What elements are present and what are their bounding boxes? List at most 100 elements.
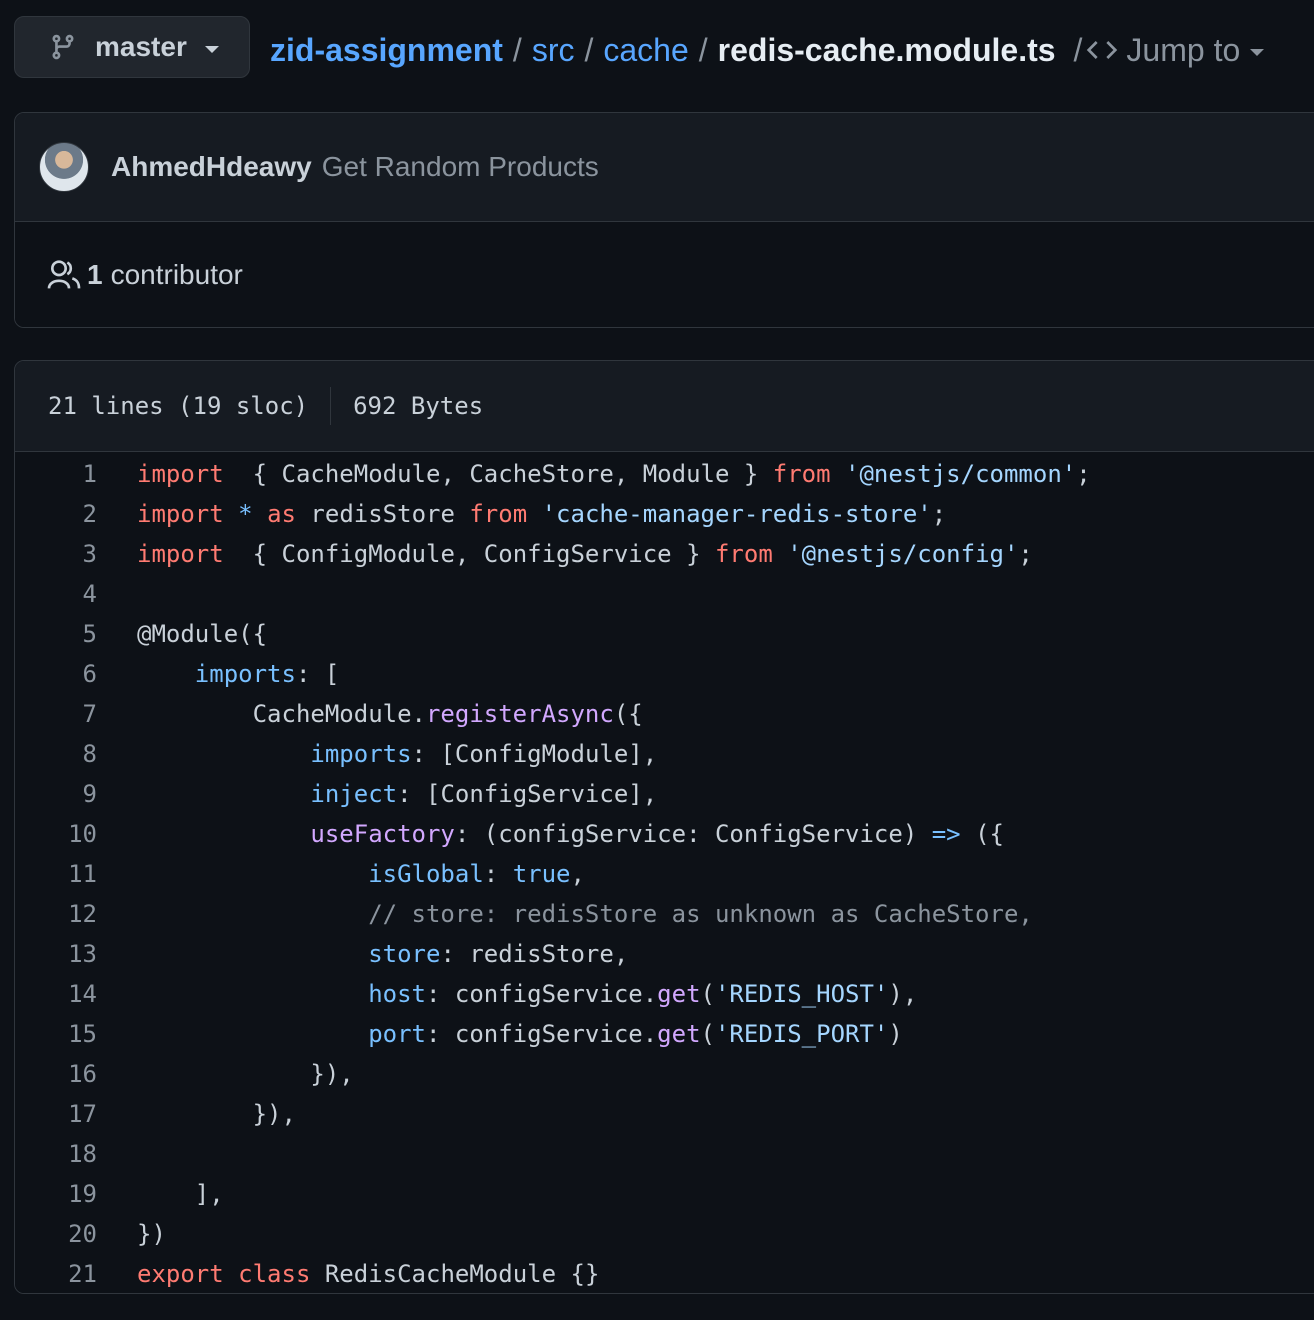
code-token: export [137, 1260, 224, 1288]
divider [330, 387, 332, 425]
contributors-row[interactable]: 1 contributor [15, 222, 1314, 327]
code-token: registerAsync [425, 700, 614, 728]
code-line: 20}) [15, 1214, 1314, 1254]
chevron-down-icon [1250, 48, 1265, 56]
line-number[interactable]: 8 [15, 740, 97, 768]
chevron-down-icon [204, 45, 219, 53]
code-line: 12 // store: redisStore as unknown as Ca… [15, 894, 1314, 934]
line-number[interactable]: 12 [15, 900, 97, 928]
commit-message-link[interactable]: Get Random Products [322, 151, 599, 183]
code-token: , [570, 860, 585, 888]
code-token: ({ [613, 700, 643, 728]
people-icon [47, 260, 81, 289]
code-view: 1 import { CacheModule, CacheStore, Modul… [15, 452, 1314, 1293]
code-token: : [ConfigModule], [411, 740, 658, 768]
code-token: host [368, 980, 426, 1008]
code-line: 8 imports: [ConfigModule], [15, 734, 1314, 774]
file-viewer: 21 lines (19 sloc) 692 Bytes 1 import { C… [14, 360, 1314, 1294]
commit-author-link[interactable]: AhmedHdeawy [111, 151, 312, 183]
code-token: : [ConfigService], [397, 780, 658, 808]
git-branch-icon [52, 34, 74, 60]
code-line: 10 useFactory: (configService: ConfigSer… [15, 814, 1314, 854]
line-content: host: configService.get('REDIS_HOST'), [97, 980, 917, 1008]
code-token: '@nestjs/config' [787, 540, 1019, 568]
jump-to-label: Jump to [1126, 31, 1241, 68]
code-token: : redisStore, [440, 940, 629, 968]
line-number[interactable]: 17 [15, 1100, 97, 1128]
line-number[interactable]: 18 [15, 1140, 97, 1168]
line-number[interactable]: 6 [15, 660, 97, 688]
code-token: import [137, 460, 224, 488]
line-number[interactable]: 13 [15, 940, 97, 968]
code-token: get [657, 1020, 701, 1048]
latest-commit-header: AhmedHdeawy Get Random Products [15, 113, 1314, 222]
code-line: 11 isGlobal: true, [15, 854, 1314, 894]
jump-to-button[interactable]: Jump to [1086, 31, 1265, 69]
line-content: imports: [ [97, 660, 340, 688]
code-token: from [469, 500, 528, 528]
code-line: 13 store: redisStore, [15, 934, 1314, 974]
line-content: imports: [ConfigModule], [97, 740, 657, 768]
code-token: imports [310, 740, 412, 768]
code-token: ], [137, 1180, 224, 1208]
branch-select-button[interactable]: master [14, 16, 250, 78]
code-line: 17 }), [15, 1094, 1314, 1134]
line-number[interactable]: 11 [15, 860, 97, 888]
code-token: 'cache-manager-redis-store' [541, 500, 932, 528]
code-token: ; [1018, 540, 1033, 568]
code-token: : configService. [425, 980, 658, 1008]
code-line: 2 import * as redisStore from 'cache-mana… [15, 494, 1314, 534]
breadcrumb-repo-link[interactable]: zid-assignment [270, 32, 503, 69]
code-icon [1087, 41, 1118, 59]
line-number[interactable]: 2 [15, 500, 97, 528]
breadcrumb-separator: / [698, 31, 708, 68]
line-number[interactable]: 16 [15, 1060, 97, 1088]
code-token: ({ [960, 820, 1004, 848]
code-token: => [931, 820, 961, 848]
breadcrumb-dir-cache-link[interactable]: cache [603, 32, 688, 69]
line-number[interactable]: 9 [15, 780, 97, 808]
line-number[interactable]: 14 [15, 980, 97, 1008]
code-token: port [368, 1020, 426, 1048]
line-number[interactable]: 7 [15, 700, 97, 728]
code-token: ( [700, 1020, 715, 1048]
line-number[interactable]: 4 [15, 580, 97, 608]
code-line: 9 inject: [ConfigService], [15, 774, 1314, 814]
line-number[interactable]: 20 [15, 1220, 97, 1248]
line-number[interactable]: 3 [15, 540, 97, 568]
code-token: from [772, 460, 831, 488]
code-token: }), [137, 1100, 296, 1128]
line-content: export class RedisCacheModule {} [97, 1260, 599, 1288]
line-number[interactable]: 19 [15, 1180, 97, 1208]
code-line: 6 imports: [ [15, 654, 1314, 694]
branch-name: master [95, 31, 187, 62]
avatar[interactable] [39, 142, 89, 192]
line-content: isGlobal: true, [97, 860, 585, 888]
line-number[interactable]: 10 [15, 820, 97, 848]
code-token: : [ [295, 660, 340, 688]
code-token: get [657, 980, 701, 1008]
code-line: 15 port: configService.get('REDIS_PORT') [15, 1014, 1314, 1054]
file-line-count: 21 lines (19 sloc) [48, 392, 309, 420]
line-number[interactable]: 15 [15, 1020, 97, 1048]
code-token: @Module({ [137, 620, 268, 648]
line-number[interactable]: 1 [15, 460, 97, 488]
code-token: { CacheModule, CacheStore, Module } [223, 460, 773, 488]
line-content: ], [97, 1180, 224, 1208]
breadcrumb: zid-assignment / src / cache / redis-cac… [270, 28, 1265, 72]
code-token: }) [137, 1220, 166, 1248]
line-content: CacheModule.registerAsync({ [97, 700, 643, 728]
breadcrumb-dir-src-link[interactable]: src [532, 32, 575, 69]
line-number[interactable]: 21 [15, 1260, 97, 1288]
code-token: imports [194, 660, 296, 688]
line-number[interactable]: 5 [15, 620, 97, 648]
code-token: : [483, 860, 513, 888]
code-line: 14 host: configService.get('REDIS_HOST')… [15, 974, 1314, 1014]
code-token: * [238, 500, 253, 528]
